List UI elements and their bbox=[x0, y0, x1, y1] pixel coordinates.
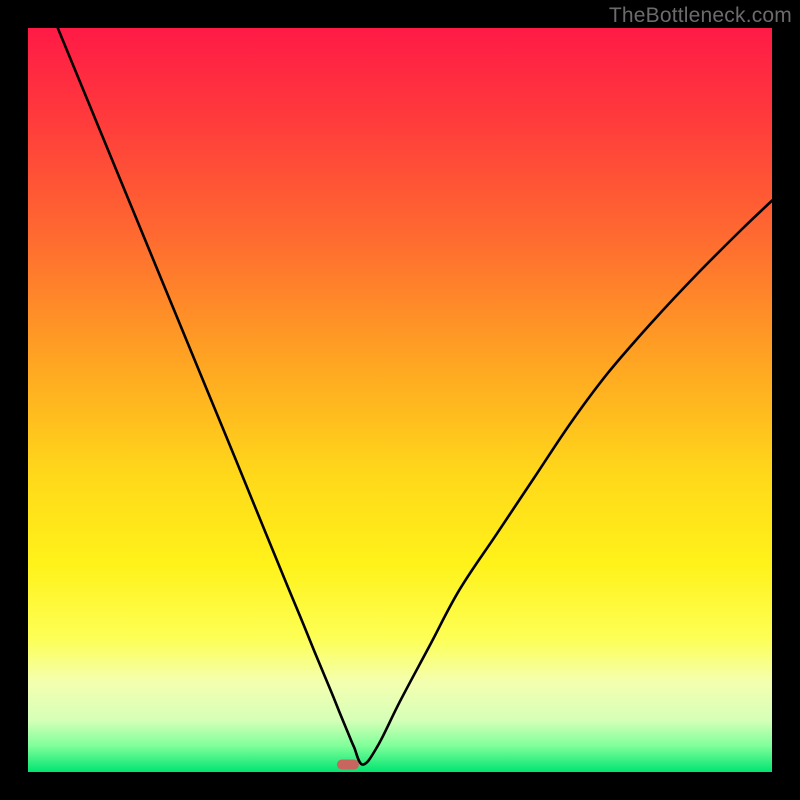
chart-frame bbox=[28, 28, 772, 772]
minimum-marker bbox=[337, 760, 359, 770]
chart-background bbox=[28, 28, 772, 772]
bottleneck-chart bbox=[28, 28, 772, 772]
watermark-text: TheBottleneck.com bbox=[609, 4, 792, 28]
